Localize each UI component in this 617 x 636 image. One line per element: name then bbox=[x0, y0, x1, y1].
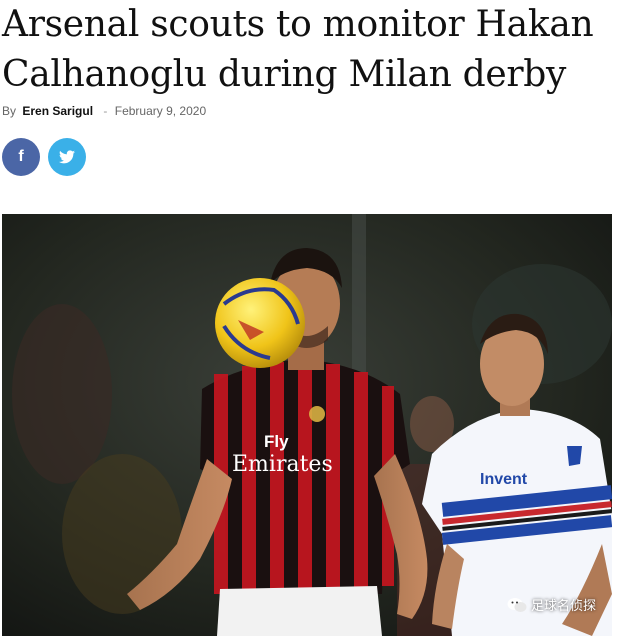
facebook-icon: f bbox=[18, 148, 24, 165]
wechat-icon bbox=[507, 597, 527, 612]
player-photo: Fly Emirates Invent bbox=[2, 214, 612, 636]
article-title: Arsenal scouts to monitor Hakan Calhanog… bbox=[2, 4, 594, 95]
facebook-share-button[interactable]: f bbox=[2, 138, 40, 176]
byline-separator: - bbox=[103, 104, 108, 118]
twitter-icon bbox=[59, 150, 75, 164]
share-buttons: f bbox=[2, 138, 86, 176]
byline: By Eren Sarigul - February 9, 2020 bbox=[2, 104, 206, 118]
watermark-text: 足球名侦探 bbox=[530, 599, 596, 614]
jersey-sponsor-line1: Fly bbox=[264, 432, 289, 451]
author-link[interactable]: Eren Sarigul bbox=[22, 104, 93, 118]
article-photo: Fly Emirates Invent 足球名侦探 bbox=[2, 214, 612, 636]
twitter-share-button[interactable] bbox=[48, 138, 86, 176]
watermark: 足球名侦探 bbox=[507, 595, 596, 614]
by-label: By bbox=[2, 104, 17, 118]
publish-date: February 9, 2020 bbox=[114, 104, 207, 118]
opponent-sponsor: Invent bbox=[480, 471, 528, 488]
jersey-sponsor-line2: Emirates bbox=[232, 452, 333, 477]
